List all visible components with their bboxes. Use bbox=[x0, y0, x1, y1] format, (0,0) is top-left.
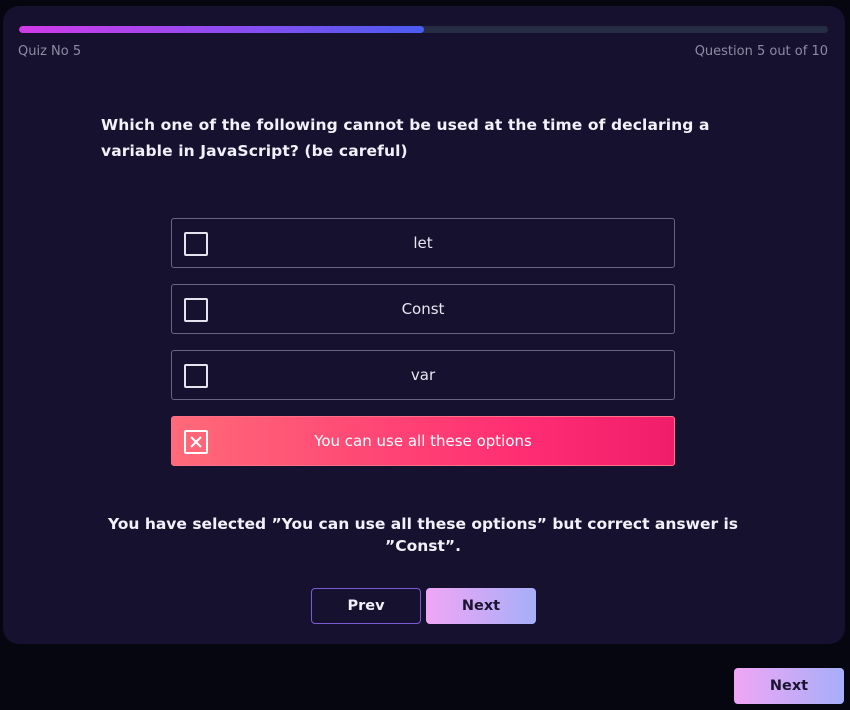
answer-feedback: You have selected ”You can use all these… bbox=[107, 515, 739, 555]
quiz-title: Quiz No 5 bbox=[18, 44, 82, 59]
progress-bar bbox=[19, 26, 828, 33]
quiz-card: Quiz No 5 Question 5 out of 10 Which one… bbox=[3, 6, 845, 644]
option-const[interactable]: Const bbox=[171, 284, 675, 334]
checkbox-crossed-icon[interactable] bbox=[184, 430, 208, 454]
option-all-these[interactable]: You can use all these options bbox=[171, 416, 675, 466]
option-label: var bbox=[410, 366, 436, 384]
option-label: let bbox=[413, 234, 433, 252]
question-text: Which one of the following cannot be use… bbox=[101, 116, 710, 160]
checkbox-icon[interactable] bbox=[184, 298, 208, 322]
option-label: You can use all these options bbox=[314, 432, 532, 450]
question-counter: Question 5 out of 10 bbox=[694, 44, 828, 59]
option-var[interactable]: var bbox=[171, 350, 675, 400]
progress-fill bbox=[19, 26, 424, 33]
checkbox-icon[interactable] bbox=[184, 364, 208, 388]
prev-button[interactable]: Prev bbox=[311, 588, 421, 624]
option-label: Const bbox=[401, 300, 445, 318]
checkbox-icon[interactable] bbox=[184, 232, 208, 256]
outer-next-button[interactable]: Next bbox=[734, 668, 844, 704]
next-button[interactable]: Next bbox=[426, 588, 536, 624]
cross-icon bbox=[190, 436, 202, 448]
option-let[interactable]: let bbox=[171, 218, 675, 268]
